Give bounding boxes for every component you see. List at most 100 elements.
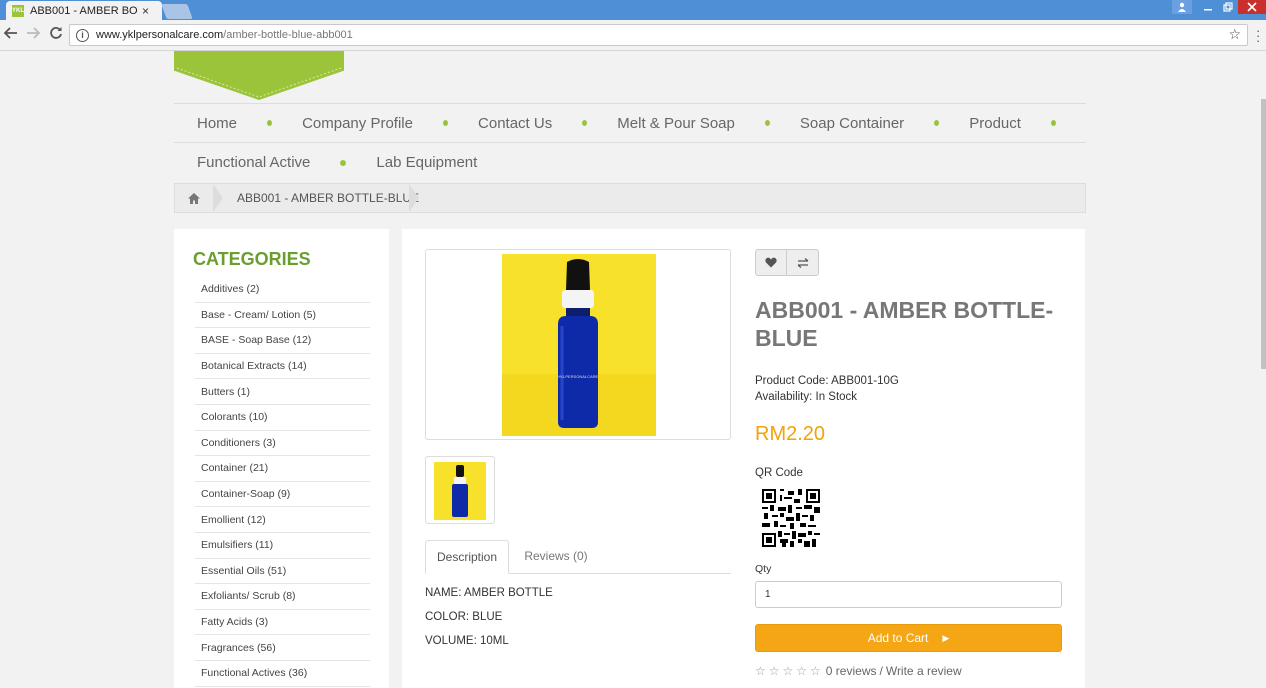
site-favicon: YKL <box>12 4 24 17</box>
breadcrumb-current[interactable]: ABB001 - AMBER BOTTLE-BLUE <box>237 191 419 205</box>
new-tab-button[interactable] <box>161 4 193 19</box>
category-item[interactable]: Exfoliants/ Scrub (8) <box>195 584 370 610</box>
browser-tab[interactable]: YKL ABB001 - AMBER BOTTLE × <box>6 1 162 20</box>
tab-reviews[interactable]: Reviews (0) <box>521 540 591 574</box>
description-line: COLOR: BLUE <box>425 611 503 623</box>
categories-title: CATEGORIES <box>193 249 311 269</box>
description-line: VOLUME: 10ML <box>425 635 509 647</box>
category-item[interactable]: Butters (1) <box>195 379 370 405</box>
quantity-input[interactable] <box>755 581 1062 608</box>
bookmark-star-icon[interactable]: ☆ <box>1228 26 1241 43</box>
product-thumbnail[interactable] <box>425 456 495 524</box>
exchange-icon <box>797 257 808 268</box>
category-item[interactable]: Colorants (10) <box>195 405 370 431</box>
menu-row-2: Functional Active Lab Equipment <box>174 143 1086 182</box>
menu-item-lab-equipment[interactable]: Lab Equipment <box>376 154 477 171</box>
category-item[interactable]: Botanical Extracts (14) <box>195 354 370 380</box>
menu-separator-dot <box>267 120 273 126</box>
reload-icon[interactable] <box>48 26 64 44</box>
category-item[interactable]: Container-Soap (9) <box>195 482 370 508</box>
product-code: Product Code: ABB001-10G <box>755 375 899 387</box>
category-item[interactable]: Conditioners (3) <box>195 431 370 457</box>
product-photo: YKLPERSONALCARE <box>502 254 656 436</box>
reviews-count-link[interactable]: 0 reviews <box>826 664 877 678</box>
url-path: /amber-bottle-blue-abb001 <box>223 29 353 41</box>
quantity-label: Qty <box>755 563 772 575</box>
url-text: www.yklpersonalcare.com/amber-bottle-blu… <box>96 29 353 41</box>
heart-icon <box>765 257 777 268</box>
qr-code-label: QR Code <box>755 467 803 479</box>
menu-item-home[interactable]: Home <box>197 115 237 132</box>
menu-item-functional-active[interactable]: Functional Active <box>197 154 310 171</box>
menu-separator-dot <box>442 120 449 126</box>
menu-separator-dot <box>764 120 770 126</box>
scrollbar-thumb[interactable] <box>1261 99 1266 369</box>
category-list: Additives (2) Base - Cream/ Lotion (5) B… <box>195 277 370 687</box>
user-profile-icon[interactable] <box>1172 0 1192 14</box>
description-text: NAME: AMBER BOTTLE COLOR: BLUE VOLUME: 1… <box>425 586 553 658</box>
browser-toolbar: i www.yklpersonalcare.com/amber-bottle-b… <box>0 20 1266 51</box>
caret-right-icon: ▶ <box>942 632 950 643</box>
category-item[interactable]: Container (21) <box>195 456 370 482</box>
menu-item-product[interactable]: Product <box>969 115 1021 132</box>
logo-stitch-decoration <box>176 67 342 98</box>
main-navigation: Home Company Profile Contact Us Melt & P… <box>174 103 1086 182</box>
menu-item-contact-us[interactable]: Contact Us <box>478 115 552 132</box>
categories-sidebar: CATEGORIES Additives (2) Base - Cream/ L… <box>174 229 389 688</box>
page-scrollbar[interactable] <box>1260 51 1266 688</box>
back-arrow-icon[interactable] <box>3 26 19 44</box>
description-line: NAME: AMBER BOTTLE <box>425 587 553 599</box>
category-item[interactable]: Emulsifiers (11) <box>195 533 370 559</box>
review-separator: / <box>879 664 883 678</box>
tab-title: ABB001 - AMBER BOTTLE <box>30 4 138 17</box>
breadcrumb-separator <box>213 184 223 212</box>
tab-description[interactable]: Description <box>425 540 509 574</box>
forward-arrow-icon[interactable] <box>25 26 41 44</box>
menu-separator-dot <box>582 120 588 126</box>
menu-row-1: Home Company Profile Contact Us Melt & P… <box>174 104 1086 143</box>
site-info-icon[interactable]: i <box>76 28 89 42</box>
review-summary: ☆☆☆☆☆ 0 reviews / Write a review <box>755 664 962 678</box>
browser-titlebar: YKL ABB001 - AMBER BOTTLE × <box>0 0 1266 20</box>
menu-item-company-profile[interactable]: Company Profile <box>302 115 413 132</box>
category-item[interactable]: Fatty Acids (3) <box>195 610 370 636</box>
url-domain: www.yklpersonalcare.com <box>96 29 224 41</box>
home-icon[interactable] <box>175 184 213 212</box>
add-to-wishlist-button[interactable] <box>755 249 787 276</box>
browser-menu-icon[interactable]: · · · <box>1256 24 1260 47</box>
rating-stars: ☆☆☆☆☆ <box>755 664 824 678</box>
product-main-image[interactable]: YKLPERSONALCARE <box>425 249 731 440</box>
close-window-icon[interactable] <box>1238 0 1266 14</box>
category-item[interactable]: Additives (2) <box>195 277 370 303</box>
add-to-cart-label: Add to Cart <box>867 631 929 645</box>
product-actions <box>755 249 819 276</box>
compare-button[interactable] <box>787 249 819 276</box>
close-tab-icon[interactable]: × <box>142 4 149 18</box>
product-availability: Availability: In Stock <box>755 391 858 403</box>
category-item[interactable]: Functional Actives (36) <box>195 661 370 687</box>
category-item[interactable]: Base - Cream/ Lotion (5) <box>195 303 370 329</box>
menu-separator-dot <box>1050 120 1056 126</box>
web-page: Home Company Profile Contact Us Melt & P… <box>0 51 1266 688</box>
category-item[interactable]: Essential Oils (51) <box>195 559 370 585</box>
bottle-label-text: YKLPERSONALCARE <box>558 374 599 379</box>
add-to-cart-button[interactable]: Add to Cart ▶ <box>755 624 1062 652</box>
product-title: ABB001 - AMBER BOTTLE-BLUE <box>755 297 1054 351</box>
menu-separator-dot <box>934 120 940 126</box>
breadcrumb: ABB001 - AMBER BOTTLE-BLUE <box>174 183 1086 213</box>
address-bar[interactable]: i www.yklpersonalcare.com/amber-bottle-b… <box>69 24 1248 46</box>
category-item[interactable]: Emollient (12) <box>195 507 370 533</box>
product-meta: Product Code: ABB001-10G Availability: I… <box>755 373 899 405</box>
menu-item-soap-container[interactable]: Soap Container <box>800 115 904 132</box>
thumbnail-photo <box>434 462 486 520</box>
product-tabs: Description Reviews (0) <box>425 540 731 574</box>
menu-separator-dot <box>340 159 347 166</box>
product-price: RM2.20 <box>755 423 826 445</box>
write-review-link[interactable]: Write a review <box>886 664 962 678</box>
product-content: YKLPERSONALCARE Description Reviews (0) … <box>402 229 1085 688</box>
breadcrumb-separator <box>409 184 419 212</box>
category-item[interactable]: BASE - Soap Base (12) <box>195 328 370 354</box>
menu-item-melt-pour-soap[interactable]: Melt & Pour Soap <box>617 115 735 132</box>
qr-code-image <box>762 489 820 547</box>
category-item[interactable]: Fragrances (56) <box>195 635 370 661</box>
